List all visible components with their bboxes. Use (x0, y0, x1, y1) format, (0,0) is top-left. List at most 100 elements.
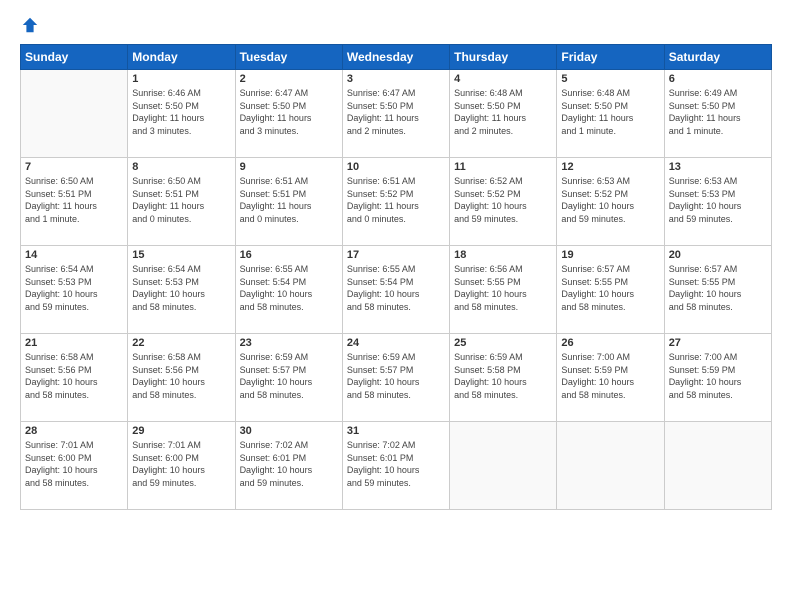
day-info: Sunrise: 6:47 AM Sunset: 5:50 PM Dayligh… (347, 87, 445, 137)
day-info: Sunrise: 6:53 AM Sunset: 5:53 PM Dayligh… (669, 175, 767, 225)
calendar-cell: 16Sunrise: 6:55 AM Sunset: 5:54 PM Dayli… (235, 246, 342, 334)
calendar-cell: 7 Sunrise: 6:50 AM Sunset: 5:51 PM Daylig… (21, 158, 128, 246)
calendar-cell: 12 Sunrise: 6:53 AM Sunset: 5:52 PM Dayli… (557, 158, 664, 246)
calendar-cell: 24 Sunrise: 6:59 AM Sunset: 5:57 PM Dayli… (342, 334, 449, 422)
day-number: 27 (669, 337, 767, 349)
day-number: 28 (25, 425, 123, 437)
day-number: 8 (132, 161, 230, 173)
calendar-cell: 28Sunrise: 7:01 AM Sunset: 6:00 PM Dayli… (21, 422, 128, 510)
calendar-cell: 31Sunrise: 7:02 AM Sunset: 6:01 PM Dayli… (342, 422, 449, 510)
weekday-header-monday: Monday (128, 45, 235, 70)
day-number: 5 (561, 73, 659, 85)
calendar-week-row: 1 Sunrise: 6:46 AM Sunset: 5:50 PM Daylig… (21, 70, 772, 158)
day-info: Sunrise: 6:59 AM Sunset: 5:57 PM Dayligh… (240, 351, 338, 401)
day-info: Sunrise: 7:02 AM Sunset: 6:01 PM Dayligh… (347, 439, 445, 489)
day-info: Sunrise: 6:58 AM Sunset: 5:56 PM Dayligh… (132, 351, 230, 401)
calendar-cell: 22 Sunrise: 6:58 AM Sunset: 5:56 PM Dayli… (128, 334, 235, 422)
day-info: Sunrise: 6:55 AM Sunset: 5:54 PM Dayligh… (240, 263, 338, 313)
page: SundayMondayTuesdayWednesdayThursdayFrid… (0, 0, 792, 612)
day-number: 11 (454, 161, 552, 173)
day-info: Sunrise: 6:51 AM Sunset: 5:51 PM Dayligh… (240, 175, 338, 225)
day-info: Sunrise: 6:57 AM Sunset: 5:55 PM Dayligh… (669, 263, 767, 313)
day-number: 7 (25, 161, 123, 173)
calendar-cell: 29 Sunrise: 7:01 AM Sunset: 6:00 PM Dayli… (128, 422, 235, 510)
day-number: 2 (240, 73, 338, 85)
day-number: 4 (454, 73, 552, 85)
day-info: Sunrise: 6:50 AM Sunset: 5:51 PM Dayligh… (132, 175, 230, 225)
calendar-cell: 17 Sunrise: 6:55 AM Sunset: 5:54 PM Dayli… (342, 246, 449, 334)
day-info: Sunrise: 6:55 AM Sunset: 5:54 PM Dayligh… (347, 263, 445, 313)
weekday-header-saturday: Saturday (664, 45, 771, 70)
calendar-cell: 5 Sunrise: 6:48 AM Sunset: 5:50 PM Daylig… (557, 70, 664, 158)
day-info: Sunrise: 6:49 AM Sunset: 5:50 PM Dayligh… (669, 87, 767, 137)
calendar-cell (664, 422, 771, 510)
calendar-cell: 21Sunrise: 6:58 AM Sunset: 5:56 PM Dayli… (21, 334, 128, 422)
calendar-cell: 13 Sunrise: 6:53 AM Sunset: 5:53 PM Dayli… (664, 158, 771, 246)
calendar-cell: 14 Sunrise: 6:54 AM Sunset: 5:53 PM Dayli… (21, 246, 128, 334)
calendar-cell: 9 Sunrise: 6:51 AM Sunset: 5:51 PM Daylig… (235, 158, 342, 246)
day-info: Sunrise: 7:00 AM Sunset: 5:59 PM Dayligh… (561, 351, 659, 401)
day-info: Sunrise: 6:57 AM Sunset: 5:55 PM Dayligh… (561, 263, 659, 313)
day-number: 20 (669, 249, 767, 261)
day-info: Sunrise: 7:00 AM Sunset: 5:59 PM Dayligh… (669, 351, 767, 401)
calendar-cell: 1 Sunrise: 6:46 AM Sunset: 5:50 PM Daylig… (128, 70, 235, 158)
calendar-week-row: 14 Sunrise: 6:54 AM Sunset: 5:53 PM Dayli… (21, 246, 772, 334)
day-number: 22 (132, 337, 230, 349)
day-number: 23 (240, 337, 338, 349)
logo (20, 16, 40, 34)
calendar-cell: 4 Sunrise: 6:48 AM Sunset: 5:50 PM Daylig… (450, 70, 557, 158)
weekday-header-thursday: Thursday (450, 45, 557, 70)
weekday-header-sunday: Sunday (21, 45, 128, 70)
calendar-cell: 30 Sunrise: 7:02 AM Sunset: 6:01 PM Dayli… (235, 422, 342, 510)
weekday-header-tuesday: Tuesday (235, 45, 342, 70)
calendar-week-row: 21Sunrise: 6:58 AM Sunset: 5:56 PM Dayli… (21, 334, 772, 422)
day-info: Sunrise: 6:50 AM Sunset: 5:51 PM Dayligh… (25, 175, 123, 225)
day-number: 30 (240, 425, 338, 437)
calendar-cell: 18Sunrise: 6:56 AM Sunset: 5:55 PM Dayli… (450, 246, 557, 334)
day-number: 10 (347, 161, 445, 173)
calendar-cell: 6 Sunrise: 6:49 AM Sunset: 5:50 PM Daylig… (664, 70, 771, 158)
day-info: Sunrise: 6:59 AM Sunset: 5:58 PM Dayligh… (454, 351, 552, 401)
calendar-cell: 26 Sunrise: 7:00 AM Sunset: 5:59 PM Dayli… (557, 334, 664, 422)
calendar-cell: 19 Sunrise: 6:57 AM Sunset: 5:55 PM Dayli… (557, 246, 664, 334)
day-info: Sunrise: 7:02 AM Sunset: 6:01 PM Dayligh… (240, 439, 338, 489)
day-number: 29 (132, 425, 230, 437)
day-number: 17 (347, 249, 445, 261)
calendar-header-row: SundayMondayTuesdayWednesdayThursdayFrid… (21, 45, 772, 70)
calendar-cell (557, 422, 664, 510)
calendar-cell: 27 Sunrise: 7:00 AM Sunset: 5:59 PM Dayli… (664, 334, 771, 422)
day-number: 13 (669, 161, 767, 173)
calendar-cell: 20 Sunrise: 6:57 AM Sunset: 5:55 PM Dayli… (664, 246, 771, 334)
day-number: 14 (25, 249, 123, 261)
calendar-cell: 25Sunrise: 6:59 AM Sunset: 5:58 PM Dayli… (450, 334, 557, 422)
day-info: Sunrise: 6:54 AM Sunset: 5:53 PM Dayligh… (25, 263, 123, 313)
calendar-table: SundayMondayTuesdayWednesdayThursdayFrid… (20, 44, 772, 510)
calendar-week-row: 7 Sunrise: 6:50 AM Sunset: 5:51 PM Daylig… (21, 158, 772, 246)
calendar-cell: 23 Sunrise: 6:59 AM Sunset: 5:57 PM Dayli… (235, 334, 342, 422)
day-number: 1 (132, 73, 230, 85)
calendar-cell: 2Sunrise: 6:47 AM Sunset: 5:50 PM Daylig… (235, 70, 342, 158)
day-number: 26 (561, 337, 659, 349)
calendar-cell: 11Sunrise: 6:52 AM Sunset: 5:52 PM Dayli… (450, 158, 557, 246)
calendar-cell (21, 70, 128, 158)
day-number: 12 (561, 161, 659, 173)
day-info: Sunrise: 6:54 AM Sunset: 5:53 PM Dayligh… (132, 263, 230, 313)
day-info: Sunrise: 6:48 AM Sunset: 5:50 PM Dayligh… (561, 87, 659, 137)
weekday-header-friday: Friday (557, 45, 664, 70)
day-number: 6 (669, 73, 767, 85)
day-info: Sunrise: 6:48 AM Sunset: 5:50 PM Dayligh… (454, 87, 552, 137)
day-info: Sunrise: 6:59 AM Sunset: 5:57 PM Dayligh… (347, 351, 445, 401)
day-info: Sunrise: 6:46 AM Sunset: 5:50 PM Dayligh… (132, 87, 230, 137)
calendar-cell (450, 422, 557, 510)
header (20, 16, 772, 34)
day-info: Sunrise: 6:53 AM Sunset: 5:52 PM Dayligh… (561, 175, 659, 225)
day-number: 9 (240, 161, 338, 173)
day-number: 24 (347, 337, 445, 349)
day-info: Sunrise: 6:51 AM Sunset: 5:52 PM Dayligh… (347, 175, 445, 225)
day-info: Sunrise: 7:01 AM Sunset: 6:00 PM Dayligh… (132, 439, 230, 489)
calendar-cell: 15Sunrise: 6:54 AM Sunset: 5:53 PM Dayli… (128, 246, 235, 334)
weekday-header-wednesday: Wednesday (342, 45, 449, 70)
day-number: 19 (561, 249, 659, 261)
day-info: Sunrise: 6:56 AM Sunset: 5:55 PM Dayligh… (454, 263, 552, 313)
calendar-week-row: 28 Sunrise: 7:01 AM Sunset: 6:00 PM Dayli… (21, 422, 772, 510)
